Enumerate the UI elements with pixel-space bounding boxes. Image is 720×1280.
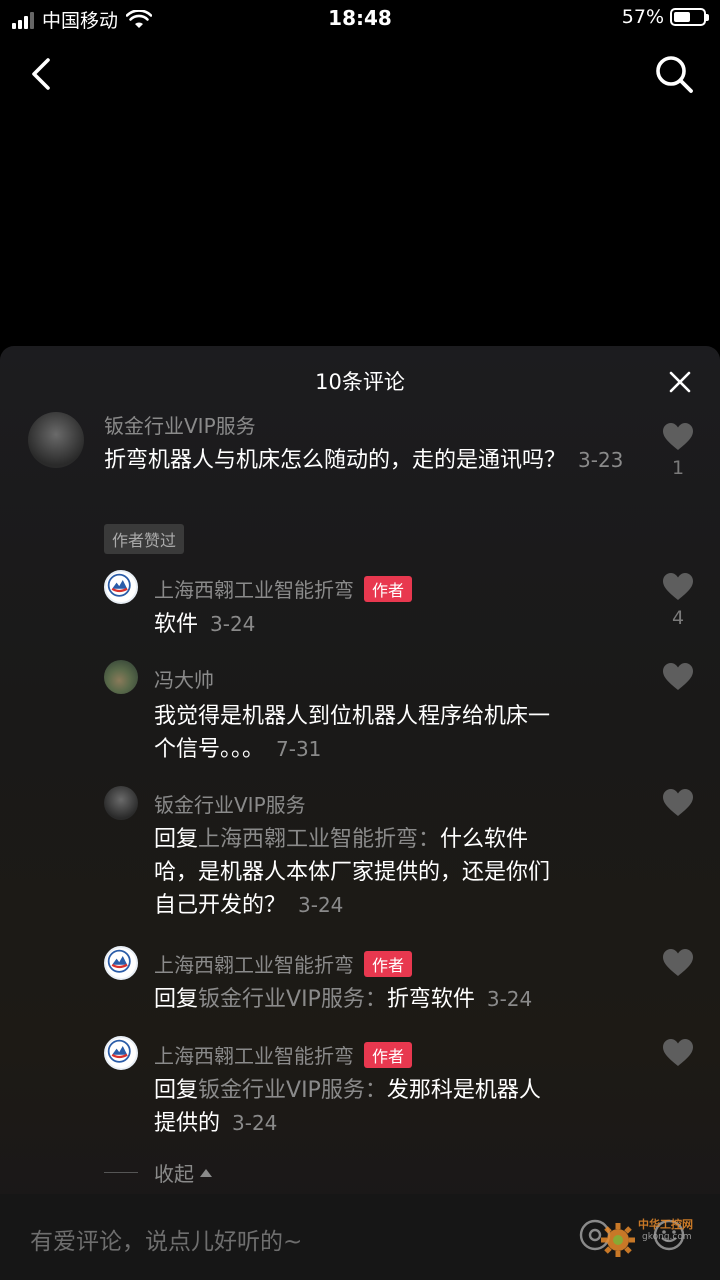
avatar[interactable] (104, 946, 138, 980)
chevron-left-icon[interactable] (22, 52, 62, 96)
avatar[interactable] (104, 570, 138, 604)
reply-username[interactable]: 冯大帅 (154, 664, 214, 693)
watermark: 中华工控网 gkong.com (598, 1212, 710, 1264)
battery-percent: 57% (621, 6, 664, 28)
company-logo-icon (107, 1039, 131, 1063)
status-bar: 中国移动 18:48 57% (0, 0, 720, 40)
collapse-replies-button[interactable]: 收起 (104, 1158, 212, 1187)
reply-to-user[interactable]: 上海西翱工业智能折弯： (198, 827, 440, 852)
reply-text: 软件 3-24 (154, 612, 256, 637)
reply-date: 3-24 (232, 1111, 278, 1135)
heart-icon[interactable] (662, 662, 694, 692)
avatar[interactable] (104, 786, 138, 820)
author-badge: 作者 (364, 950, 413, 977)
like-count: 1 (671, 457, 685, 479)
reply-date: 3-24 (298, 893, 344, 917)
close-icon[interactable] (668, 370, 692, 394)
divider (104, 1172, 138, 1173)
reply-username[interactable]: 钣金行业VIP服务 (154, 789, 306, 818)
comment-date: 3-23 (578, 448, 624, 472)
company-logo-icon (107, 949, 131, 973)
reply-date: 3-24 (486, 987, 533, 1011)
like-count: 4 (671, 607, 685, 629)
reply-text: 回复钣金行业VIP服务：发那科是机器人 提供的 3-24 (154, 1078, 541, 1136)
author-liked-tag: 作者赞过 (104, 524, 185, 554)
comment-text: 折弯机器人与机床怎么随动的，走的是通讯吗？ 3-23 (104, 448, 624, 473)
reply-to-user[interactable]: 钣金行业VIP服务： (198, 1078, 387, 1103)
comment-username[interactable]: 钣金行业VIP服务 (104, 410, 256, 439)
search-icon[interactable] (652, 52, 696, 96)
heart-icon[interactable] (662, 422, 694, 452)
reply-date: 7-31 (276, 737, 322, 761)
comment-count-title: 10条评论 (315, 370, 405, 394)
reply-username[interactable]: 上海西翱工业智能折弯 作者 (154, 949, 413, 978)
reply-username[interactable]: 上海西翱工业智能折弯 作者 (154, 574, 413, 603)
avatar[interactable] (104, 660, 138, 694)
reply-to-user[interactable]: 钣金行业VIP服务： (198, 987, 387, 1012)
comment-input-bar[interactable]: 有爱评论，说点儿好听的~ 中华工控网 gkong.com (0, 1194, 720, 1280)
reply-text: 回复钣金行业VIP服务：折弯软件 3-24 (154, 987, 533, 1012)
caret-up-icon (200, 1168, 212, 1177)
heart-icon[interactable] (662, 788, 694, 818)
reply-date: 3-24 (210, 612, 256, 636)
heart-icon[interactable] (662, 948, 694, 978)
company-logo-icon (107, 573, 131, 597)
author-badge: 作者 (364, 575, 413, 602)
author-badge: 作者 (364, 1041, 413, 1068)
reply-text: 我觉得是机器人到位机器人程序给机床一 个信号。。。 7-31 (154, 704, 551, 762)
comments-sheet: 10条评论 钣金行业VIP服务 折弯机器人与机床怎么随动的，走的是通讯吗？ 3-2… (0, 346, 720, 1280)
clock: 18:48 (328, 6, 392, 30)
heart-icon[interactable] (662, 1038, 694, 1068)
avatar[interactable] (28, 412, 84, 468)
reply-username[interactable]: 上海西翱工业智能折弯 作者 (154, 1040, 413, 1069)
watermark-url: gkong.com (642, 1232, 692, 1242)
watermark-text: 中华工控网 (638, 1218, 693, 1231)
heart-icon[interactable] (662, 572, 694, 602)
comment-input[interactable]: 有爱评论，说点儿好听的~ (30, 1222, 302, 1256)
gear-logo-icon (601, 1223, 635, 1257)
reply-text: 回复上海西翱工业智能折弯：什么软件 哈，是机器人本体厂家提供的，还是你们 自己开… (154, 827, 551, 918)
battery-icon (670, 8, 709, 26)
avatar[interactable] (104, 1036, 138, 1070)
